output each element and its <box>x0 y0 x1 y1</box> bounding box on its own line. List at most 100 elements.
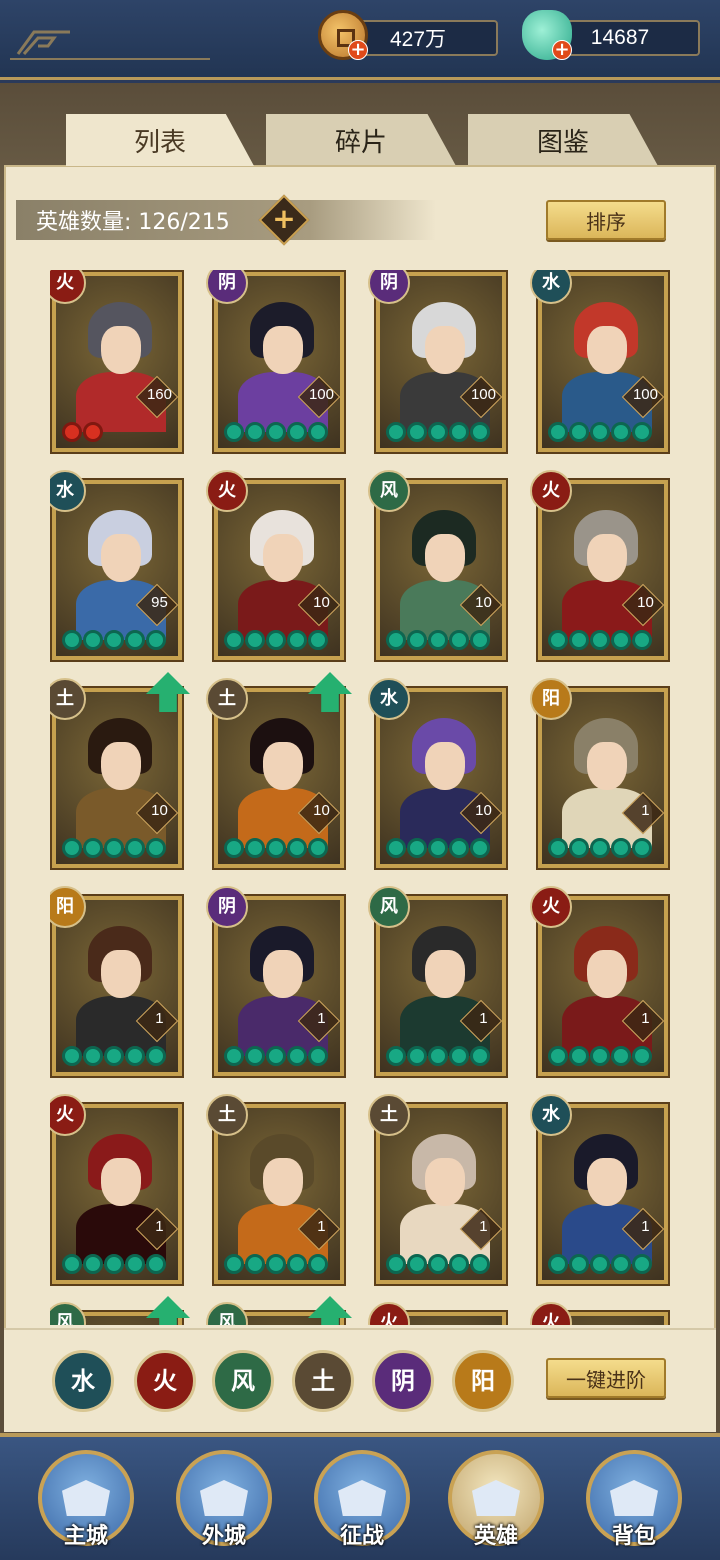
hero-level: 1 <box>317 1010 326 1028</box>
star-jade-icon <box>569 1254 589 1274</box>
hero-card[interactable]: 10 土 <box>206 672 352 870</box>
hero-level: 160 <box>146 386 172 404</box>
star-jade-icon <box>224 422 244 442</box>
star-jade-icon <box>590 1046 610 1066</box>
add-jade-button[interactable]: + <box>552 40 572 60</box>
hero-card[interactable]: 1风 <box>368 886 508 1078</box>
hero-card[interactable]: 风 <box>50 1296 190 1325</box>
hero-card[interactable]: 1火 <box>530 886 670 1078</box>
star-jade-icon <box>611 1254 631 1274</box>
element-filter-button[interactable]: 阳 <box>452 1350 514 1412</box>
hero-card[interactable]: 100 水 <box>530 270 670 454</box>
hero-level: 10 <box>637 594 654 612</box>
element-filter-button[interactable]: 土 <box>292 1350 354 1412</box>
hero-card[interactable]: 10 水 <box>368 678 508 870</box>
tab-list[interactable]: 列表 <box>66 114 254 166</box>
add-coin-button[interactable]: + <box>348 40 368 60</box>
hero-level: 10 <box>313 594 330 612</box>
element-filter-button[interactable]: 阴 <box>372 1350 434 1412</box>
star-jade-icon <box>83 1254 103 1274</box>
hero-card[interactable]: 1土 <box>368 1094 508 1286</box>
hero-star-rank <box>62 422 103 444</box>
hero-card[interactable]: 1水 <box>530 1094 670 1286</box>
star-jade-icon <box>386 1254 406 1274</box>
star-jade-icon <box>266 838 286 858</box>
tab-fragments-label: 碎片 <box>334 127 387 158</box>
star-jade-icon <box>125 838 145 858</box>
nav-icon <box>338 1480 386 1516</box>
hero-card[interactable]: 1阳 <box>50 886 184 1078</box>
star-jade-icon <box>611 630 631 650</box>
hero-card[interactable]: 160 火 <box>50 270 184 454</box>
star-jade-icon <box>632 838 652 858</box>
star-jade-icon <box>548 422 568 442</box>
hero-element-icon: 阳 <box>530 678 572 720</box>
star-jade-icon <box>83 838 103 858</box>
hero-card[interactable]: 1火 <box>50 1094 184 1286</box>
star-jade-icon <box>62 1254 82 1274</box>
star-jade-icon <box>548 1046 568 1066</box>
hero-level: 1 <box>641 802 650 820</box>
hero-star-rank <box>224 422 328 444</box>
star-jade-icon <box>287 1254 307 1274</box>
hero-level: 1 <box>641 1218 650 1236</box>
hero-level: 10 <box>475 594 492 612</box>
star-jade-icon <box>104 838 124 858</box>
hero-card[interactable]: 10 火 <box>530 470 670 662</box>
hero-element-icon: 火 <box>530 470 572 512</box>
tab-fragments[interactable]: 碎片 <box>266 114 456 166</box>
star-jade-icon <box>386 838 406 858</box>
hero-star-rank <box>386 630 490 652</box>
jade-amount: 14687 <box>590 26 650 49</box>
star-jade-icon <box>266 422 286 442</box>
hero-count-bar: 英雄数量: 126/215 <box>16 200 436 240</box>
star-jade-icon <box>590 1254 610 1274</box>
nav-icon <box>610 1480 658 1516</box>
sort-button[interactable]: 排序 <box>546 200 666 240</box>
hero-level: 10 <box>313 802 330 820</box>
hero-card[interactable]: 95 水 <box>50 470 184 662</box>
hero-level: 10 <box>151 802 168 820</box>
promote-all-button[interactable]: 一键进阶 <box>546 1358 666 1398</box>
hero-card[interactable]: 100 阴 <box>206 270 346 454</box>
star-jade-icon <box>407 422 427 442</box>
tab-codex-label: 图鉴 <box>536 127 589 158</box>
hero-card[interactable]: 火 <box>368 1302 508 1325</box>
star-jade-icon <box>632 1046 652 1066</box>
hero-element-icon: 火 <box>368 1302 410 1325</box>
star-jade-icon <box>104 1254 124 1274</box>
star-jade-icon <box>386 1046 406 1066</box>
hero-star-rank <box>386 1254 490 1276</box>
hero-star-rank <box>548 630 652 652</box>
element-filter-button[interactable]: 水 <box>52 1350 114 1412</box>
hero-card[interactable]: 10 火 <box>206 470 346 662</box>
star-jade-icon <box>245 630 265 650</box>
star-jade-icon <box>266 1254 286 1274</box>
hero-card[interactable]: 1阳 <box>530 678 670 870</box>
star-jade-icon <box>611 422 631 442</box>
element-filter-button[interactable]: 风 <box>212 1350 274 1412</box>
star-jade-icon <box>146 630 166 650</box>
star-jade-icon <box>62 1046 82 1066</box>
hero-card[interactable]: 100 阴 <box>368 270 508 454</box>
star-jade-icon <box>449 1046 469 1066</box>
hero-star-rank <box>548 422 652 444</box>
hero-card[interactable]: 10 风 <box>368 470 508 662</box>
nav-label: 征战 <box>339 1524 384 1549</box>
hero-star-rank <box>548 1254 652 1276</box>
tab-codex[interactable]: 图鉴 <box>468 114 658 166</box>
element-filter-button[interactable]: 火 <box>134 1350 196 1412</box>
hero-element-icon: 风 <box>368 886 410 928</box>
hero-card[interactable]: 火 <box>530 1302 670 1325</box>
hero-element-icon: 土 <box>368 1094 410 1136</box>
hero-card[interactable]: 1土 <box>206 1094 346 1286</box>
star-jade-icon <box>224 1254 244 1274</box>
hero-card[interactable]: 1阴 <box>206 886 346 1078</box>
star-jade-icon <box>590 838 610 858</box>
star-jade-icon <box>62 838 82 858</box>
hero-grid: 160 火 100 阴 100 阴 100 水 95 水 10 火 10 风 10 火 10 土 10 土 10 水 1 阳 1… <box>50 270 670 1325</box>
hero-card[interactable]: 10 土 <box>50 672 190 870</box>
hero-level: 1 <box>479 1218 488 1236</box>
star-jade-icon <box>224 630 244 650</box>
hero-card[interactable]: 风 <box>206 1296 352 1325</box>
